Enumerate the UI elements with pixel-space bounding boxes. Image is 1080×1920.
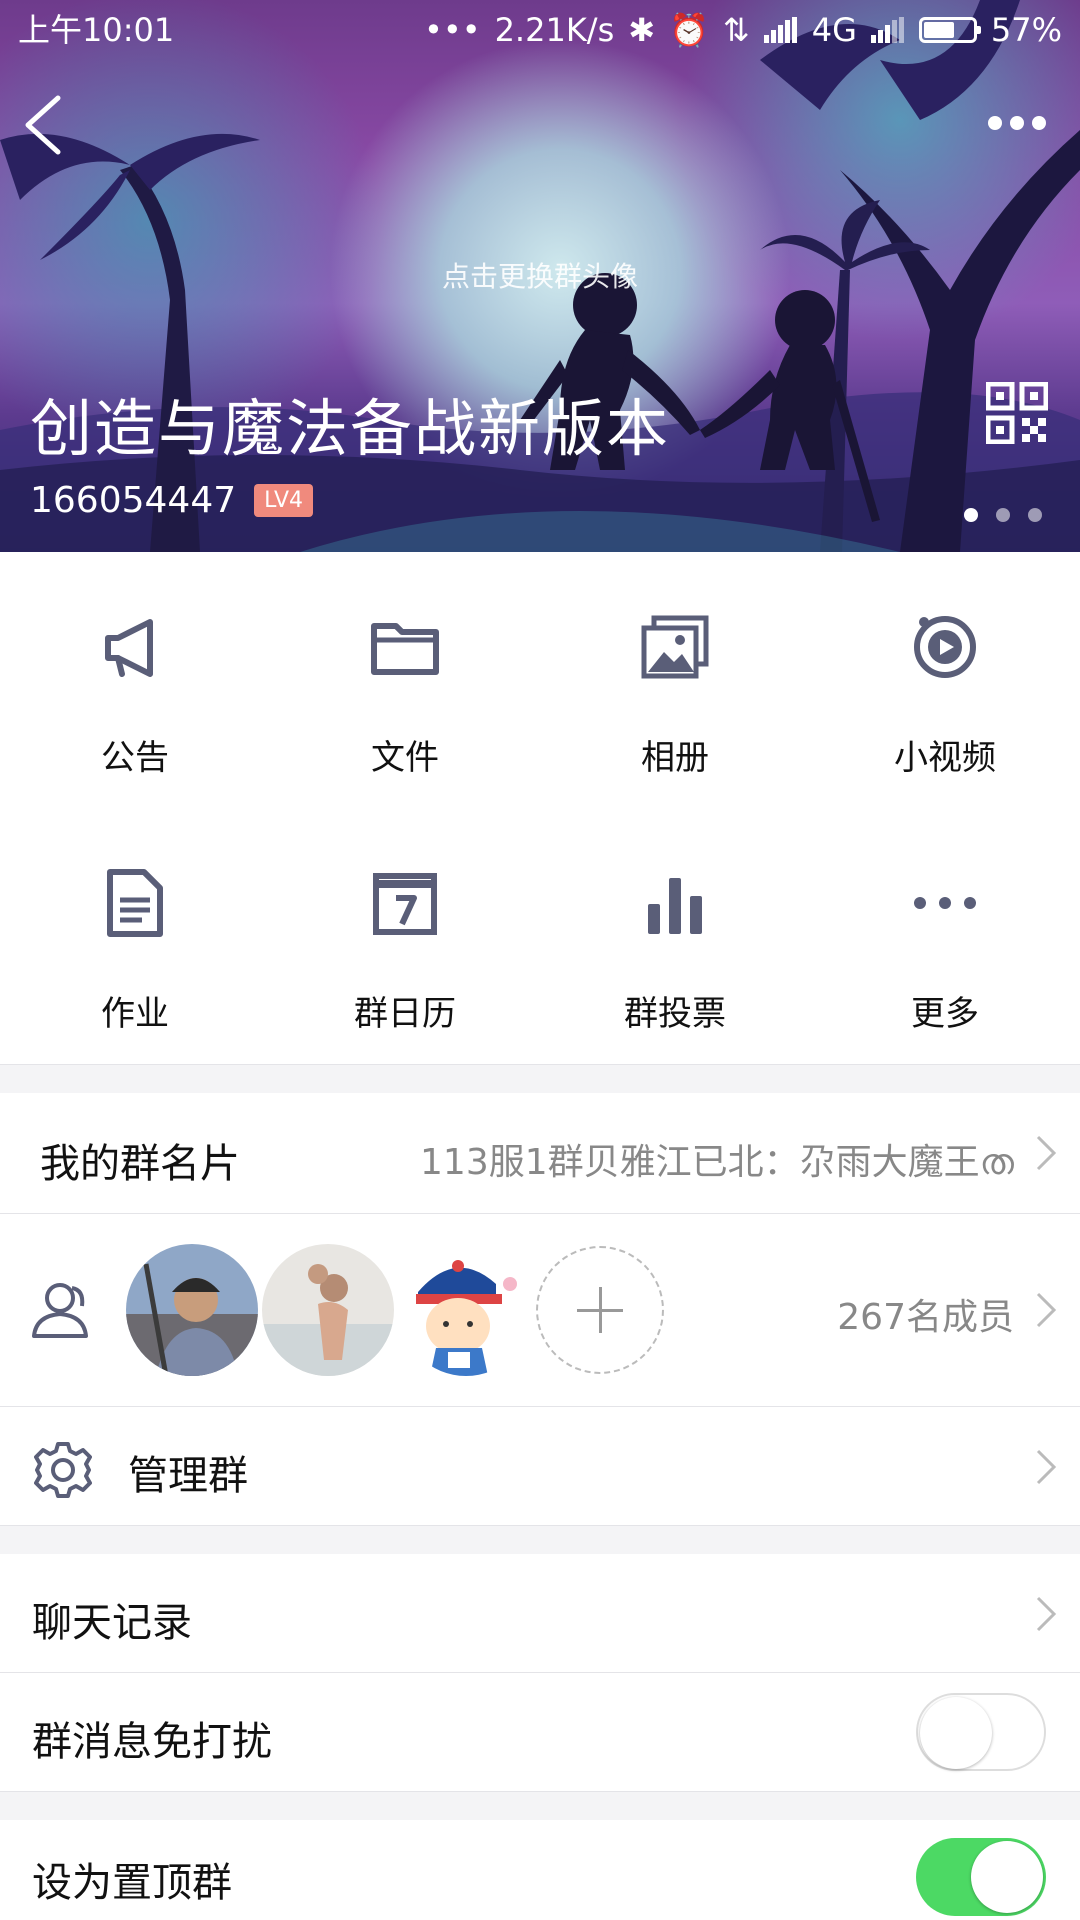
group-card-value: 113服1群贝雅江已北：尕雨大魔王ത [420,1142,1014,1183]
toggle-knob [920,1697,992,1769]
feature-label: 作业 [101,994,169,1034]
manage-group-label: 管理群 [128,1453,248,1499]
pin-top-row: 设为置顶群 [0,1820,1080,1920]
feature-label: 群投票 [624,994,726,1034]
feature-label: 相册 [641,738,709,778]
video-play-icon [914,616,976,678]
member-avatar-image [400,1244,532,1376]
chevron-right-icon [1036,1292,1057,1328]
more-dots-icon [914,897,976,909]
network-speed: 2.21K/s [494,11,615,49]
member-avatar[interactable] [262,1244,394,1376]
group-card-label: 我的群名片 [40,1141,240,1187]
bluetooth-icon: ✱ [628,11,656,49]
level-badge: LV4 [254,484,314,517]
folder-icon [371,623,439,675]
member-avatar-image [262,1244,394,1376]
feature-label: 群日历 [354,994,456,1034]
feature-more[interactable]: 更多 [810,808,1080,1064]
manage-group-row[interactable]: 管理群 [0,1407,1080,1525]
members-icon [32,1283,88,1338]
group-name: 创造与魔法备战新版本 [30,392,671,465]
chevron-right-icon [1036,1449,1057,1485]
group-header-banner[interactable]: 上午10:01 ••• 2.21K/s ✱ ⏰ ⇅ 4G 57% 点击更换群头像… [0,0,1080,552]
add-member-button[interactable] [536,1246,664,1374]
member-count: 267名成员 [837,1297,1014,1338]
feature-label: 更多 [911,994,979,1034]
feature-poll[interactable]: 群投票 [540,808,810,1064]
megaphone-icon [105,619,153,677]
dot [988,116,1002,130]
group-card-row[interactable]: 我的群名片 113服1群贝雅江已北：尕雨大魔王ത [0,1093,1080,1213]
mute-label: 群消息免打扰 [32,1719,272,1765]
status-time: 上午10:01 [18,11,175,49]
feature-label: 小视频 [894,738,996,778]
qr-code-button[interactable] [985,381,1049,445]
feature-homework[interactable]: 作业 [0,808,270,1064]
chevron-left-icon [25,95,61,155]
pin-top-toggle[interactable] [916,1838,1046,1916]
group-id-row: 166054447 LV4 [30,480,314,521]
bar-chart-icon [648,878,702,934]
network-type: 4G [811,11,857,49]
signal-2-icon [870,17,904,43]
chat-history-label: 聊天记录 [32,1600,192,1646]
feature-label: 文件 [371,738,439,778]
toggle-knob [971,1841,1043,1913]
alarm-icon: ⏰ [669,11,709,49]
section-divider [0,1525,1080,1555]
feature-announcement[interactable]: 公告 [0,552,270,808]
feature-calendar[interactable]: 群日历 [270,808,540,1064]
calendar-icon [373,873,437,935]
feature-short-video[interactable]: 小视频 [810,552,1080,808]
dot [1010,116,1024,130]
member-avatar[interactable] [400,1244,532,1376]
battery-icon [918,17,981,43]
members-row[interactable]: 267名成员 [0,1214,1080,1406]
status-bar: 上午10:01 ••• 2.21K/s ✱ ⏰ ⇅ 4G 57% [0,0,1080,60]
pin-top-label: 设为置顶群 [32,1860,232,1906]
status-right: ••• 2.21K/s ✱ ⏰ ⇅ 4G 57% [424,0,1062,60]
battery-percent: 57% [990,11,1062,49]
mute-row: 群消息免打扰 [0,1673,1080,1791]
document-icon [107,869,163,937]
feature-label: 公告 [101,738,169,778]
photo-album-icon [641,615,709,679]
pager-dot [996,508,1010,522]
banner-pager [964,508,1042,522]
pager-dot [1028,508,1042,522]
signal-icon [763,17,797,43]
feature-album[interactable]: 相册 [540,552,810,808]
chevron-right-icon [1036,1596,1057,1632]
member-avatar[interactable] [126,1244,258,1376]
dot [1032,116,1046,130]
group-id: 166054447 [30,480,237,521]
qr-code-icon [985,381,1049,445]
chevron-right-icon [1036,1135,1057,1171]
member-avatar-image [126,1244,258,1376]
back-button[interactable] [16,90,76,160]
feature-grid: 公告 文件 相册 小视频 作业 群日历 群投票 更多 [0,552,1080,1064]
chat-history-row[interactable]: 聊天记录 [0,1554,1080,1672]
pager-dot [964,508,978,522]
section-divider [0,1791,1080,1821]
feature-files[interactable]: 文件 [270,552,540,808]
more-options-button[interactable] [988,108,1058,138]
change-avatar-hint[interactable]: 点击更换群头像 [0,255,1080,295]
data-transfer-icon: ⇅ [722,11,750,49]
gear-icon [34,1442,92,1498]
section-divider [0,1064,1080,1094]
more-notifications-icon: ••• [423,11,481,49]
mute-toggle[interactable] [916,1693,1046,1771]
